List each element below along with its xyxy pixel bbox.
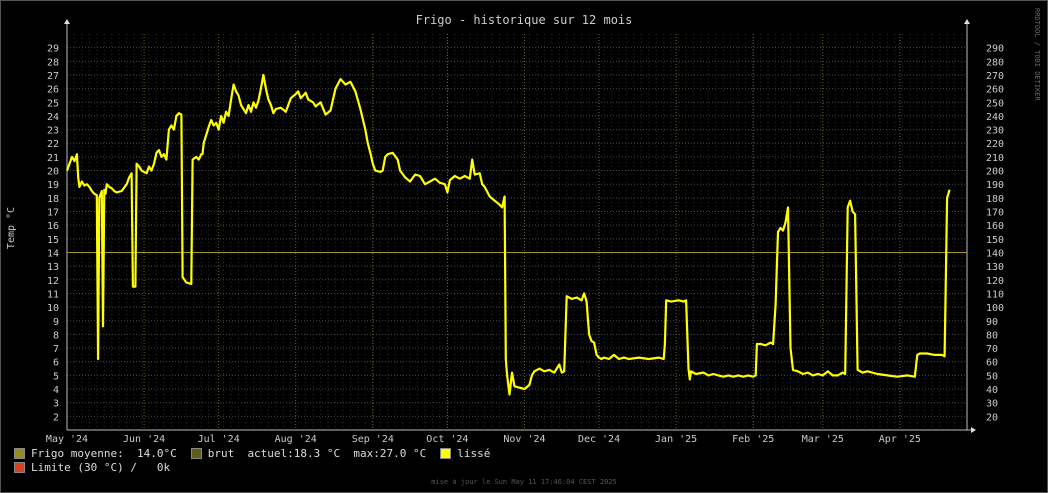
y2-axis-arrow xyxy=(964,19,970,24)
x-tick-label: Nov '24 xyxy=(503,434,545,445)
legend-avg: Frigo moyenne: 14.0°C xyxy=(31,447,177,460)
legend-raw: brut actuel:18.3 °C max:27.0 °C xyxy=(207,447,427,460)
y-tick-label: 23 xyxy=(47,126,59,137)
x-tick-label: Jul '24 xyxy=(198,434,240,445)
y2-tick-label: 70 xyxy=(986,344,998,355)
y-tick-label: 21 xyxy=(47,153,59,164)
y2-tick-label: 200 xyxy=(986,167,1004,178)
y-tick-label: 15 xyxy=(47,235,59,246)
y2-tick-label: 60 xyxy=(986,358,998,369)
y2-tick-label: 220 xyxy=(986,139,1004,150)
raw-swatch xyxy=(190,448,202,459)
y2-tick-label: 80 xyxy=(986,330,998,341)
y2-tick-label: 250 xyxy=(986,98,1004,109)
y-tick-label: 28 xyxy=(47,57,59,68)
tick-labels: 2 203 304 405 506 607 708 809 9010 10011 11012 1201… xyxy=(46,44,1004,445)
y-tick-label: 18 xyxy=(47,194,59,205)
y2-tick-label: 190 xyxy=(986,180,1004,191)
y-tick-label: 24 xyxy=(47,112,59,123)
x-tick-label: Jan '25 xyxy=(655,434,697,445)
limit-swatch xyxy=(14,462,25,473)
y2-tick-label: 150 xyxy=(986,235,1004,246)
y-tick-label: 20 xyxy=(47,167,59,178)
y-tick-label: 5 xyxy=(53,371,59,382)
x-tick-label: May '24 xyxy=(46,434,88,445)
y-axis-arrow xyxy=(64,19,70,24)
y-tick-label: 12 xyxy=(47,276,59,287)
y2-tick-label: 90 xyxy=(986,317,998,328)
smooth-swatch xyxy=(440,448,452,459)
y-tick-label: 8 xyxy=(53,330,59,341)
y2-tick-label: 280 xyxy=(986,57,1004,68)
y2-tick-label: 130 xyxy=(986,262,1004,273)
x-tick-label: Feb '25 xyxy=(732,434,774,445)
y2-tick-label: 120 xyxy=(986,276,1004,287)
y-tick-label: 6 xyxy=(53,358,59,369)
y-tick-label: 7 xyxy=(53,344,59,355)
y-tick-label: 13 xyxy=(47,262,59,273)
y-tick-label: 2 xyxy=(53,412,59,423)
series-layer xyxy=(65,73,951,396)
rrdtool-watermark: RRDTOOL / TOBI OETIKER xyxy=(1033,8,1041,101)
y-tick-label: 27 xyxy=(47,71,59,82)
y2-tick-label: 170 xyxy=(986,208,1004,219)
y-tick-label: 29 xyxy=(47,44,59,55)
chart-title: Frigo - historique sur 12 mois xyxy=(416,13,633,27)
y2-tick-label: 210 xyxy=(986,153,1004,164)
x-tick-label: Mar '25 xyxy=(802,434,844,445)
y-tick-label: 11 xyxy=(47,289,59,300)
y2-tick-label: 160 xyxy=(986,221,1004,232)
y2-tick-label: 270 xyxy=(986,71,1004,82)
x-tick-label: Oct '24 xyxy=(426,434,468,445)
y2-tick-label: 140 xyxy=(986,248,1004,259)
update-timestamp: mise à jour le Sun May 11 17:46:04 CEST … xyxy=(431,478,617,486)
y2-tick-label: 100 xyxy=(986,303,1004,314)
y2-tick-label: 110 xyxy=(986,289,1004,300)
y-tick-label: 22 xyxy=(47,139,59,150)
y-axis-label: Temp °C xyxy=(6,207,17,249)
y-tick-label: 17 xyxy=(47,208,59,219)
y-tick-label: 16 xyxy=(47,221,59,232)
y2-tick-label: 260 xyxy=(986,85,1004,96)
legend-limit: Limite (30 °C) / 0k xyxy=(31,461,171,474)
legend-row-2: Limite (30 °C) / 0k xyxy=(14,461,170,474)
y-tick-label: 3 xyxy=(53,399,59,410)
y2-tick-label: 290 xyxy=(986,44,1004,55)
x-tick-label: Apr '25 xyxy=(879,434,921,445)
x-tick-label: Aug '24 xyxy=(275,434,317,445)
y2-tick-label: 230 xyxy=(986,126,1004,137)
x-axis-arrow xyxy=(971,427,976,433)
legend-smooth: lissé xyxy=(457,447,491,460)
avg-swatch xyxy=(14,448,25,459)
y2-tick-label: 20 xyxy=(986,412,998,423)
grid xyxy=(66,34,967,430)
series-line-lisse xyxy=(65,73,951,396)
y-tick-label: 14 xyxy=(47,248,59,259)
y2-tick-label: 30 xyxy=(986,399,998,410)
y-tick-label: 25 xyxy=(47,98,59,109)
x-tick-label: Dec '24 xyxy=(578,434,620,445)
y2-tick-label: 40 xyxy=(986,385,998,396)
y2-tick-label: 50 xyxy=(986,371,998,382)
temperature-chart: 2 203 304 405 506 607 708 809 9010 10011 11012 1201… xyxy=(6,13,1004,445)
y-tick-label: 4 xyxy=(53,385,59,396)
y2-tick-label: 180 xyxy=(986,194,1004,205)
y-tick-label: 10 xyxy=(47,303,59,314)
y-tick-label: 19 xyxy=(47,180,59,191)
legend-row-1: Frigo moyenne: 14.0°C brut actuel:18.3 °… xyxy=(14,447,490,460)
y2-tick-label: 240 xyxy=(986,112,1004,123)
x-tick-label: Jun '24 xyxy=(123,434,165,445)
x-tick-label: Sep '24 xyxy=(352,434,394,445)
y-tick-label: 26 xyxy=(47,85,59,96)
y-tick-label: 9 xyxy=(53,317,59,328)
